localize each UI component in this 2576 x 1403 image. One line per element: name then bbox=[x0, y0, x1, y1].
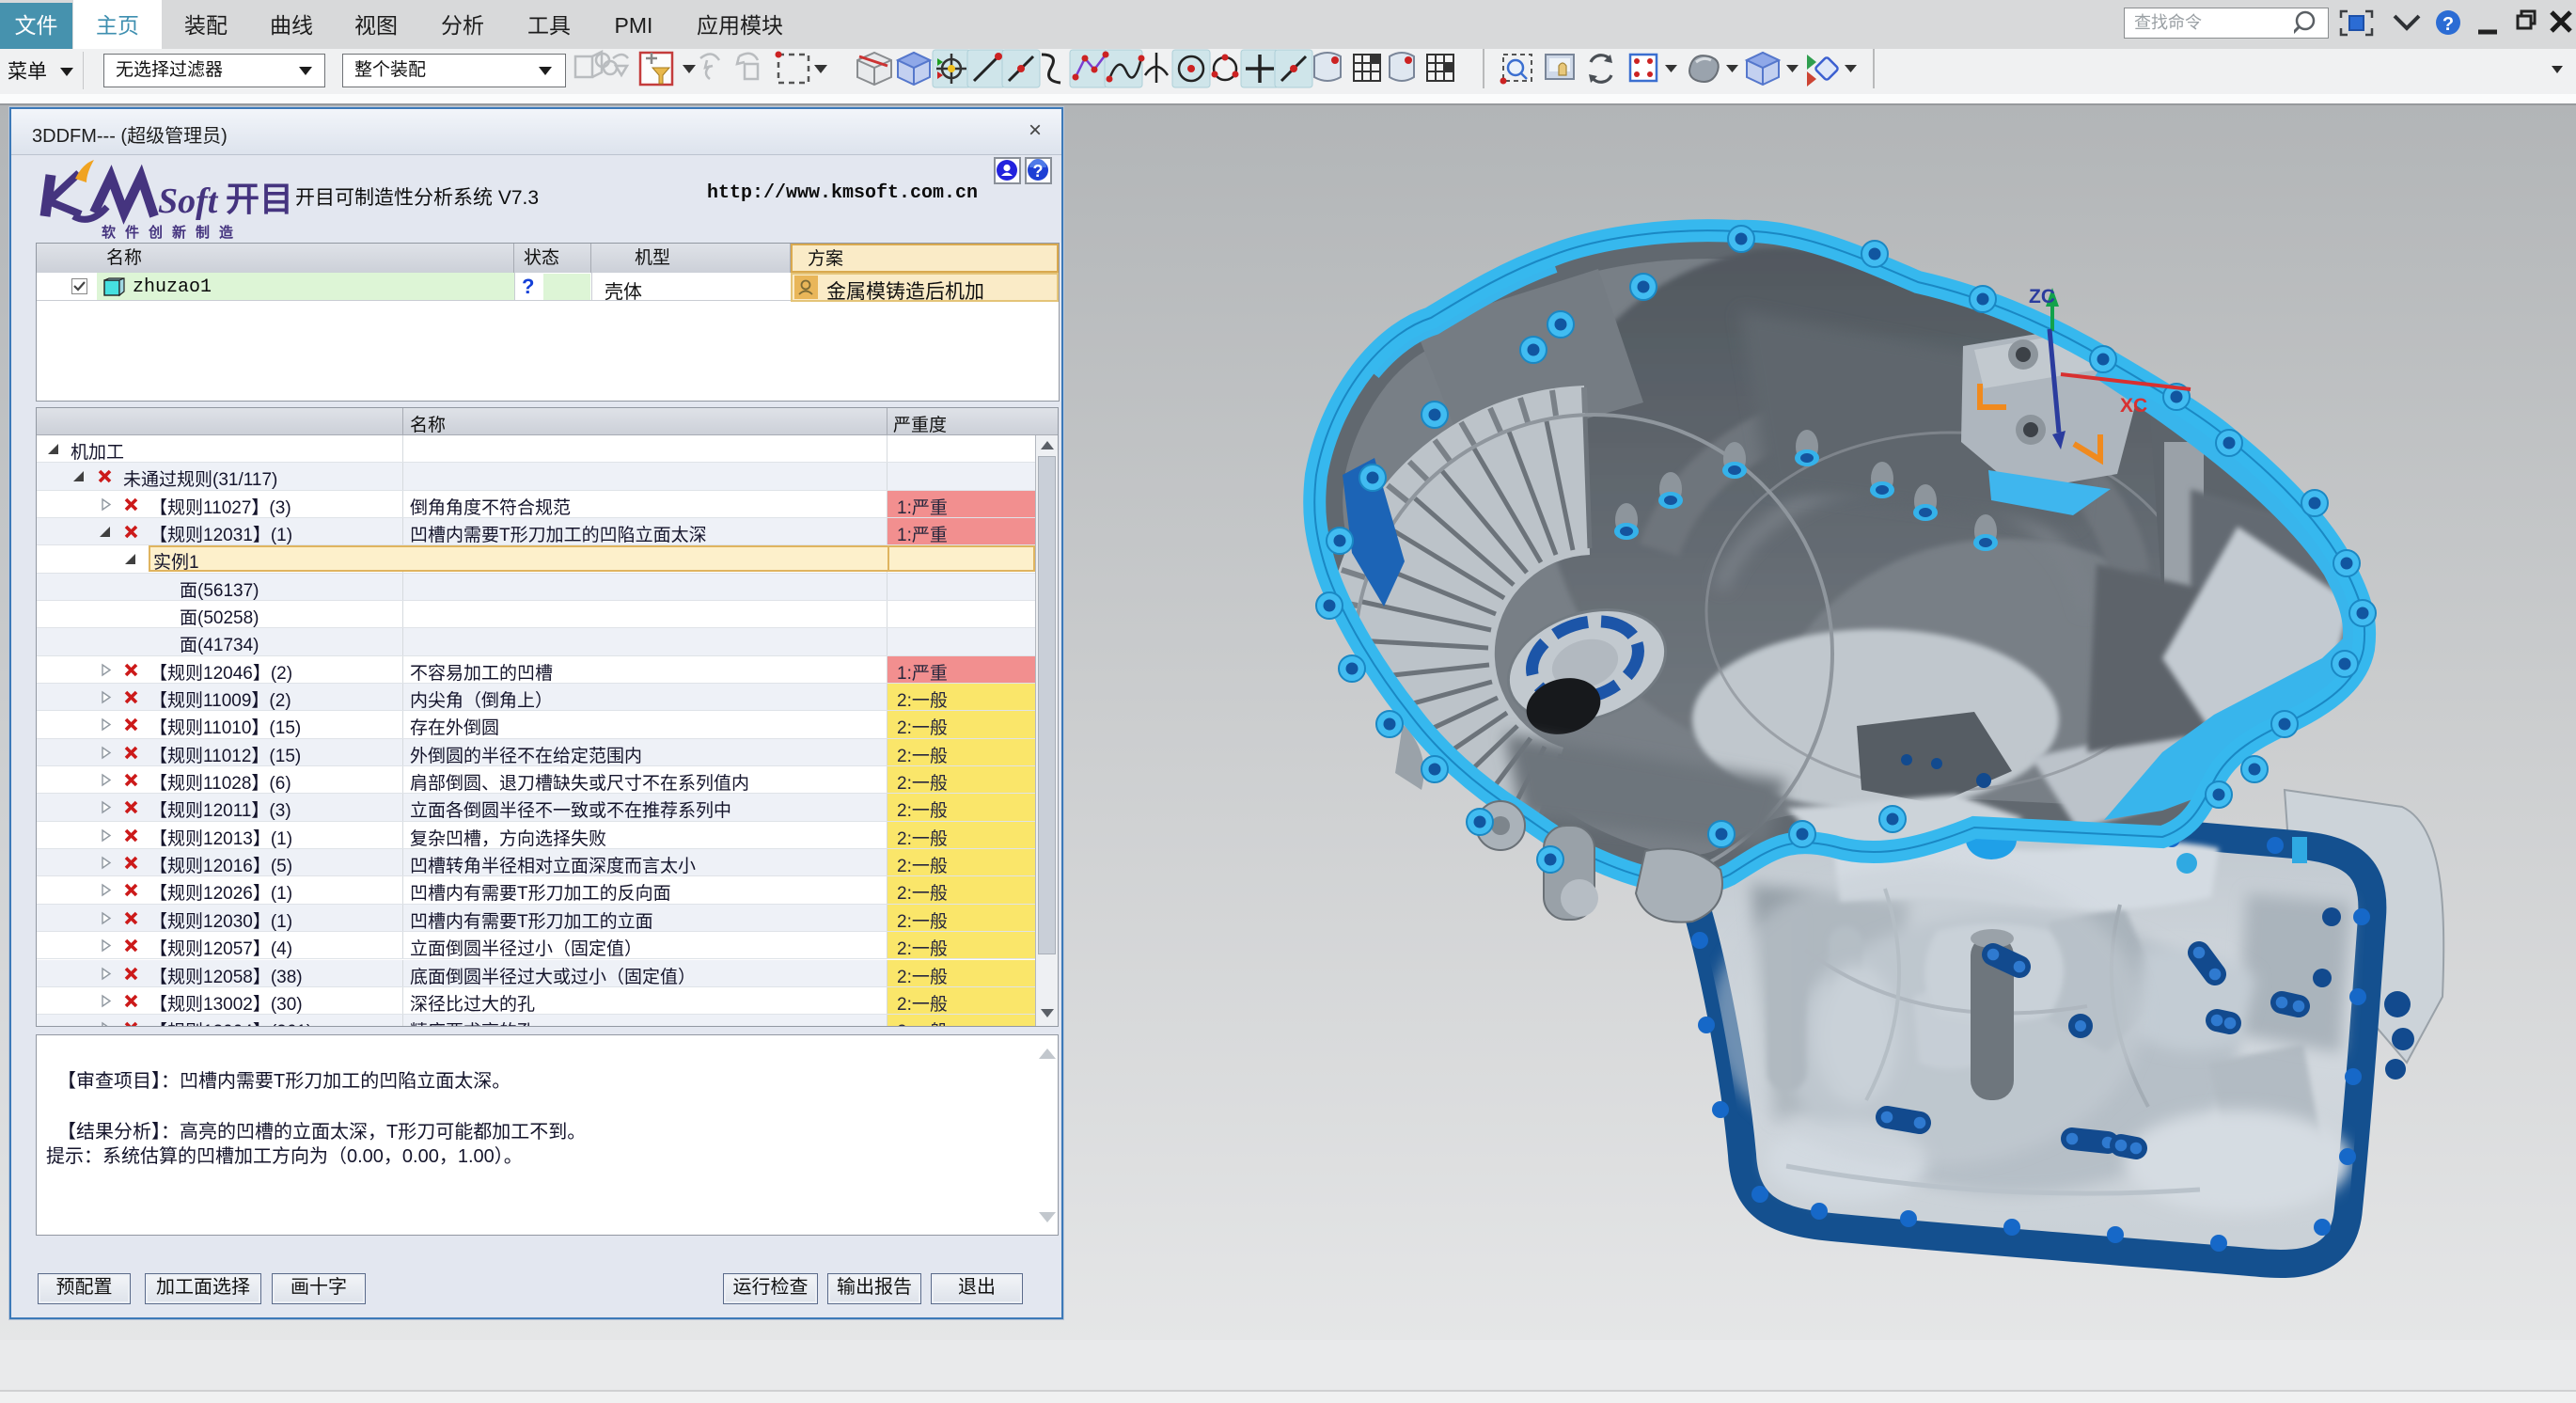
svg-text:Soft: Soft bbox=[158, 181, 219, 221]
svg-text:XC: XC bbox=[2120, 395, 2147, 417]
svg-text:ZC: ZC bbox=[2029, 286, 2055, 307]
svg-text:?: ? bbox=[2442, 14, 2454, 35]
svg-text:?: ? bbox=[1033, 162, 1044, 181]
svg-text:开目: 开目 bbox=[226, 180, 293, 218]
svg-text:软件创新制造: 软件创新制造 bbox=[102, 224, 243, 241]
